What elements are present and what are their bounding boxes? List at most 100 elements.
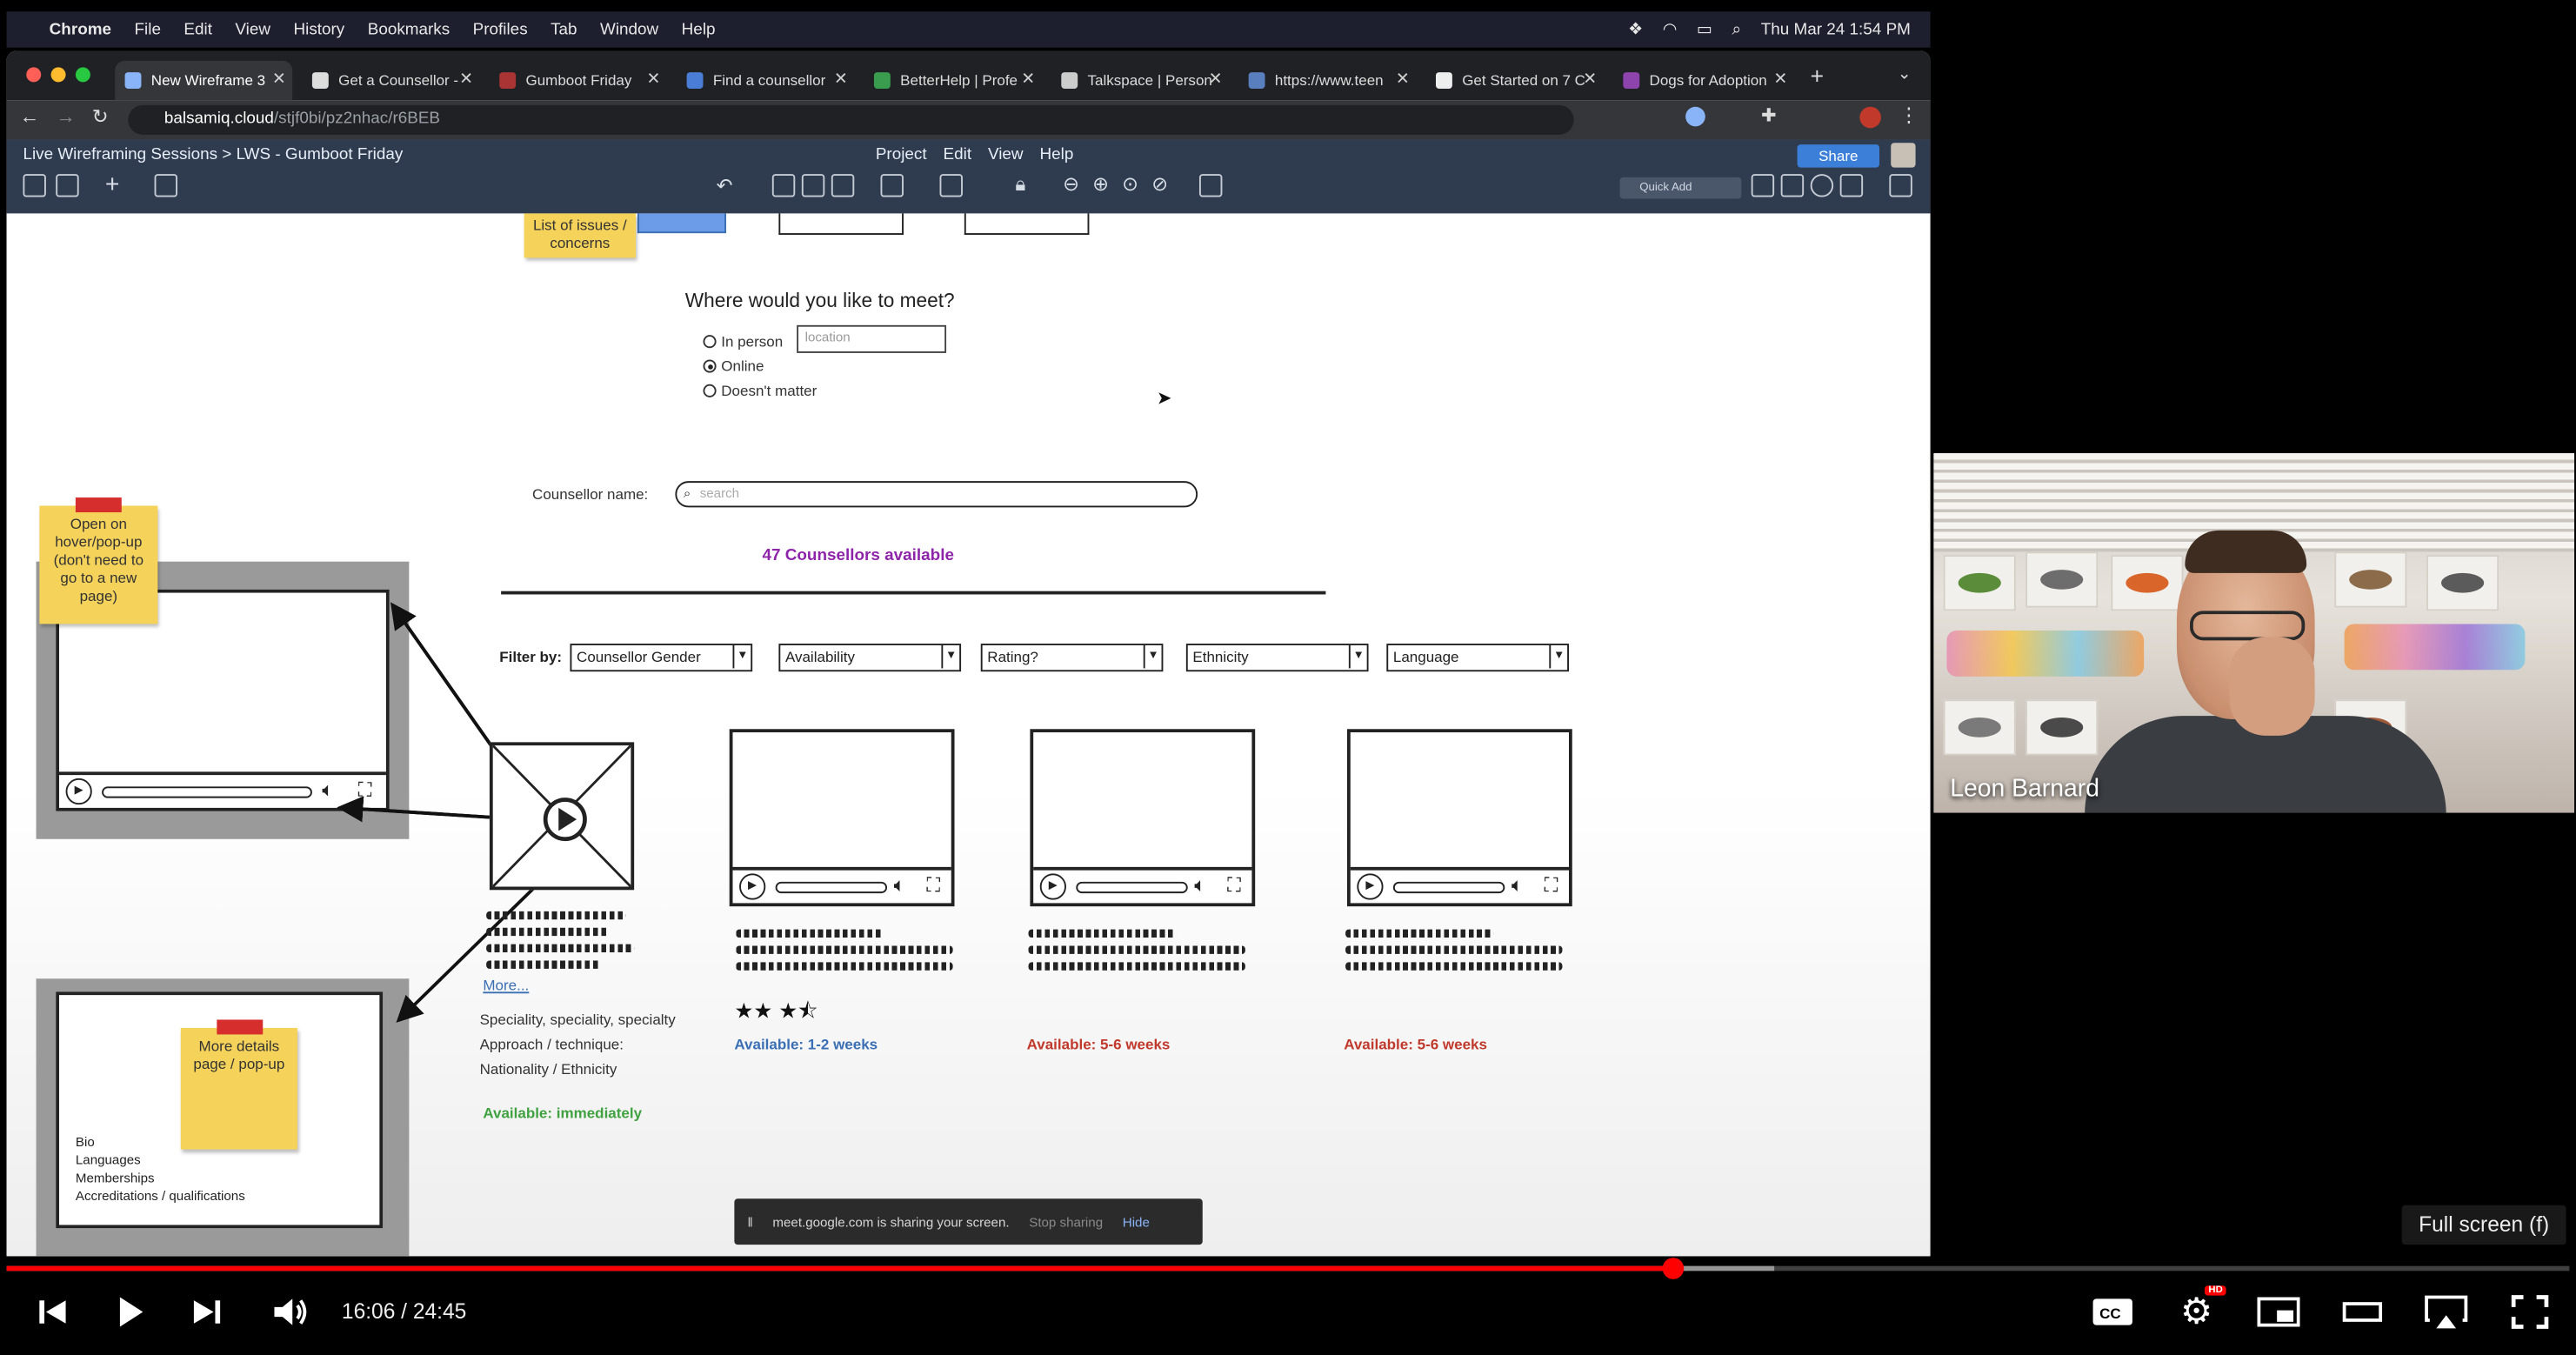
paste-icon[interactable]	[831, 174, 855, 197]
play-icon[interactable]: ▶	[1357, 873, 1384, 900]
trash-icon[interactable]	[1198, 174, 1223, 197]
fullscreen-icon[interactable]: ⛶	[1545, 873, 1558, 898]
breadcrumb[interactable]: Live Wireframing Sessions > LWS - Gumboo…	[23, 146, 403, 164]
radio-online[interactable]	[703, 359, 717, 373]
video-progress-track[interactable]	[1392, 881, 1505, 894]
browser-tab[interactable]: BetterHelp | Profe ✕	[864, 61, 1042, 100]
quick-add-input[interactable]: Quick Add	[1619, 177, 1742, 199]
close-tab-icon[interactable]: ✕	[647, 70, 661, 89]
duplicate-icon[interactable]	[801, 174, 825, 197]
fullscreen-icon[interactable]: ⛶	[1227, 873, 1241, 898]
media-icon[interactable]	[1751, 174, 1775, 197]
video-progress-bar[interactable]	[6, 1258, 2570, 1279]
zoom-in-icon[interactable]: ⊕	[1092, 172, 1109, 195]
filter-ethnicity-dropdown[interactable]: Ethnicity ▼	[1185, 644, 1369, 672]
puzzle-icon[interactable]: ✚	[1761, 105, 1776, 127]
theater-mode-button[interactable]	[2339, 1291, 2386, 1333]
panel-toggle-icon[interactable]	[23, 174, 46, 197]
new-tab-icon[interactable]: +	[1811, 63, 1824, 89]
scrubber-handle[interactable]	[1662, 1258, 1685, 1279]
airplay-button[interactable]	[2421, 1291, 2471, 1333]
close-tab-icon[interactable]: ✕	[834, 70, 848, 89]
volume-icon[interactable]: 🔈︎	[322, 778, 334, 803]
properties-icon[interactable]	[1839, 174, 1864, 197]
play-button[interactable]	[109, 1291, 151, 1333]
menu-project[interactable]: Project	[876, 146, 927, 164]
back-icon[interactable]: ←	[20, 105, 40, 128]
previous-button[interactable]	[33, 1291, 72, 1333]
undo-icon[interactable]: ↶	[717, 174, 733, 197]
more-menu-icon[interactable]: ⋮	[1899, 103, 1919, 126]
hide-button[interactable]: Hide	[1123, 1214, 1150, 1229]
counsellor-photo-placeholder[interactable]	[489, 742, 635, 891]
menu-view[interactable]: View	[988, 146, 1024, 164]
zoom-out-icon[interactable]: ⊖	[1063, 172, 1079, 195]
extension-icon[interactable]	[1685, 106, 1705, 127]
present-icon[interactable]	[1889, 174, 1912, 197]
next-button[interactable]	[187, 1291, 226, 1333]
wireframe-canvas[interactable]: List of issues / concerns Where would yo…	[6, 213, 1931, 1257]
close-tab-icon[interactable]: ✕	[1583, 70, 1597, 89]
miniplayer-button[interactable]	[2256, 1291, 2302, 1333]
zoom-fit-icon[interactable]: ⊙	[1122, 172, 1138, 195]
volume-icon[interactable]: 🔈︎	[1194, 873, 1206, 898]
browser-tab[interactable]: Dogs for Adoption ✕	[1613, 61, 1794, 100]
play-icon[interactable]: ▶	[739, 873, 766, 900]
browser-tab[interactable]: New Wireframe 3 ✕	[115, 60, 293, 101]
fullscreen-icon[interactable]: ⛶	[926, 873, 940, 898]
drag-handle-icon[interactable]: ‖	[747, 1214, 752, 1229]
share-button[interactable]: Share	[1797, 144, 1880, 168]
grid-view-icon[interactable]	[56, 174, 79, 197]
comment-icon[interactable]	[1780, 174, 1805, 197]
radio-in-person[interactable]	[703, 335, 717, 349]
play-icon[interactable]: ▶	[65, 778, 92, 805]
close-tab-icon[interactable]: ✕	[1773, 70, 1787, 89]
browser-tab[interactable]: Gumboot Friday ✕	[490, 61, 667, 100]
info-icon[interactable]	[1810, 174, 1834, 197]
group-icon[interactable]	[880, 174, 904, 197]
captions-button[interactable]: CC	[2090, 1291, 2136, 1333]
browser-tab[interactable]: Find a counsellor ✕	[677, 61, 854, 100]
browser-tab[interactable]: Get Started on 7 C ✕	[1426, 61, 1604, 100]
browser-tab[interactable]: Talkspace | Person ✕	[1051, 61, 1229, 100]
counsellor-video-player[interactable]: ▶ 🔈︎ ⛶	[729, 729, 955, 907]
browser-tab[interactable]: Get a Counsellor - ✕	[303, 61, 480, 100]
settings-button[interactable]: ⚙ HD	[2173, 1285, 2226, 1333]
counsellor-search-input[interactable]: ⌕ search	[675, 481, 1198, 508]
tab-search-icon[interactable]: ⌄	[1898, 66, 1912, 84]
menu-edit[interactable]: Edit	[944, 146, 972, 164]
zoom-actual-icon[interactable]: ⊘	[1151, 172, 1168, 195]
copy-icon[interactable]	[771, 174, 796, 197]
address-bar[interactable]: balsamiq.cloud/stjf0bi/pz2nhac/r6BEB	[128, 104, 1574, 135]
profile-avatar[interactable]	[1859, 106, 1881, 129]
forward-icon[interactable]: →	[56, 105, 76, 128]
counsellor-video-player[interactable]: ▶ 🔈︎ ⛶	[1030, 729, 1256, 907]
menu-help[interactable]: Help	[1039, 146, 1073, 164]
reload-icon[interactable]: ↻	[92, 105, 109, 128]
fullscreen-icon[interactable]: ⛶	[358, 778, 372, 803]
lock-icon[interactable]: 🔒︎	[1015, 172, 1025, 197]
radio-doesnt-matter[interactable]	[703, 384, 717, 397]
volume-icon[interactable]: 🔈︎	[1512, 873, 1524, 898]
close-tab-icon[interactable]: ✕	[459, 70, 473, 89]
close-tab-icon[interactable]: ✕	[1396, 70, 1410, 89]
more-link[interactable]: More...	[483, 977, 529, 993]
location-input[interactable]: location	[797, 324, 947, 353]
filter-gender-dropdown[interactable]: Counsellor Gender ▼	[570, 644, 753, 672]
browser-tab[interactable]: https://www.teen ✕	[1238, 61, 1416, 100]
wireframe-icon[interactable]	[154, 174, 178, 197]
stop-sharing-button[interactable]: Stop sharing	[1029, 1214, 1103, 1229]
filter-rating-dropdown[interactable]: Rating? ▼	[980, 644, 1164, 672]
filter-language-dropdown[interactable]: Language ▼	[1386, 644, 1569, 672]
arrange-icon[interactable]	[939, 174, 963, 197]
video-progress-track[interactable]	[102, 786, 312, 798]
close-tab-icon[interactable]: ✕	[1209, 70, 1223, 89]
video-progress-track[interactable]	[775, 881, 888, 894]
counsellor-video-player[interactable]: ▶ 🔈︎ ⛶	[1346, 729, 1572, 907]
volume-icon[interactable]: 🔈︎	[894, 873, 906, 898]
filter-availability-dropdown[interactable]: Availability ▼	[778, 644, 962, 672]
video-progress-track[interactable]	[1076, 881, 1188, 894]
fullscreen-button[interactable]	[2507, 1291, 2553, 1333]
volume-button[interactable]	[270, 1291, 312, 1333]
add-icon[interactable]: +	[105, 170, 120, 198]
